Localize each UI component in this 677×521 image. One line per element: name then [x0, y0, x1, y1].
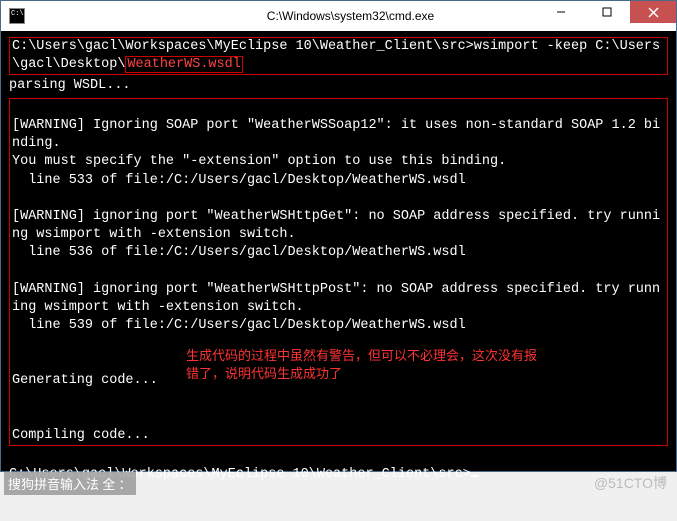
warning-2-line-2: ng wsimport with -extension switch. — [12, 227, 296, 242]
warning-2-line-3: line 536 of file:/C:/Users/gacl/Desktop/… — [12, 245, 466, 260]
annotation-text: 生成代码的过程中虽然有警告，但可以不必理会，这次没有报错了，说明代码生成成功了 — [186, 347, 537, 383]
minimize-button[interactable] — [538, 1, 584, 23]
maximize-button[interactable] — [584, 1, 630, 23]
command-line-1: C:\Users\gacl\Workspaces\MyEclipse 10\We… — [12, 39, 660, 54]
wsdl-filename-highlight: WeatherWS.wsdl — [125, 56, 242, 73]
generating-text: Generating code... — [12, 373, 158, 388]
warning-1-line-4: line 533 of file:/C:/Users/gacl/Desktop/… — [12, 173, 466, 188]
parsing-text: parsing WSDL... — [9, 78, 131, 93]
command-highlight-box: C:\Users\gacl\Workspaces\MyEclipse 10\We… — [9, 37, 668, 75]
cmd-window: C:\Windows\system32\cmd.exe C:\Users\gac… — [0, 0, 677, 472]
titlebar[interactable]: C:\Windows\system32\cmd.exe — [1, 1, 676, 31]
close-button[interactable] — [630, 1, 676, 23]
ime-status-bar: 搜狗拼音输入法 全 ： — [4, 472, 136, 495]
warning-3-line-3: line 539 of file:/C:/Users/gacl/Desktop/… — [12, 318, 466, 333]
warning-1-line-2: nding. — [12, 136, 61, 151]
warning-3-line-2: ing wsimport with -extension switch. — [12, 300, 304, 315]
warning-3-line-1: [WARNING] ignoring port "WeatherWSHttpPo… — [12, 282, 660, 297]
warning-1-line-3: You must specify the "-extension" option… — [12, 154, 506, 169]
ime-text: 搜狗拼音输入法 全 ： — [8, 477, 132, 492]
output-highlight-box: [WARNING] Ignoring SOAP port "WeatherWSS… — [9, 98, 668, 446]
terminal-output[interactable]: C:\Users\gacl\Workspaces\MyEclipse 10\We… — [1, 31, 676, 471]
cmd-icon — [9, 8, 25, 24]
warning-1-line-1: [WARNING] Ignoring SOAP port "WeatherWSS… — [12, 118, 660, 133]
command-line-2-prefix: \gacl\Desktop\ — [12, 57, 125, 72]
warning-2-line-1: [WARNING] ignoring port "WeatherWSHttpGe… — [12, 209, 660, 224]
compiling-text: Compiling code... — [12, 428, 150, 443]
watermark: @51CTO博 — [594, 473, 667, 493]
window-controls — [538, 1, 676, 23]
cursor — [471, 475, 479, 477]
